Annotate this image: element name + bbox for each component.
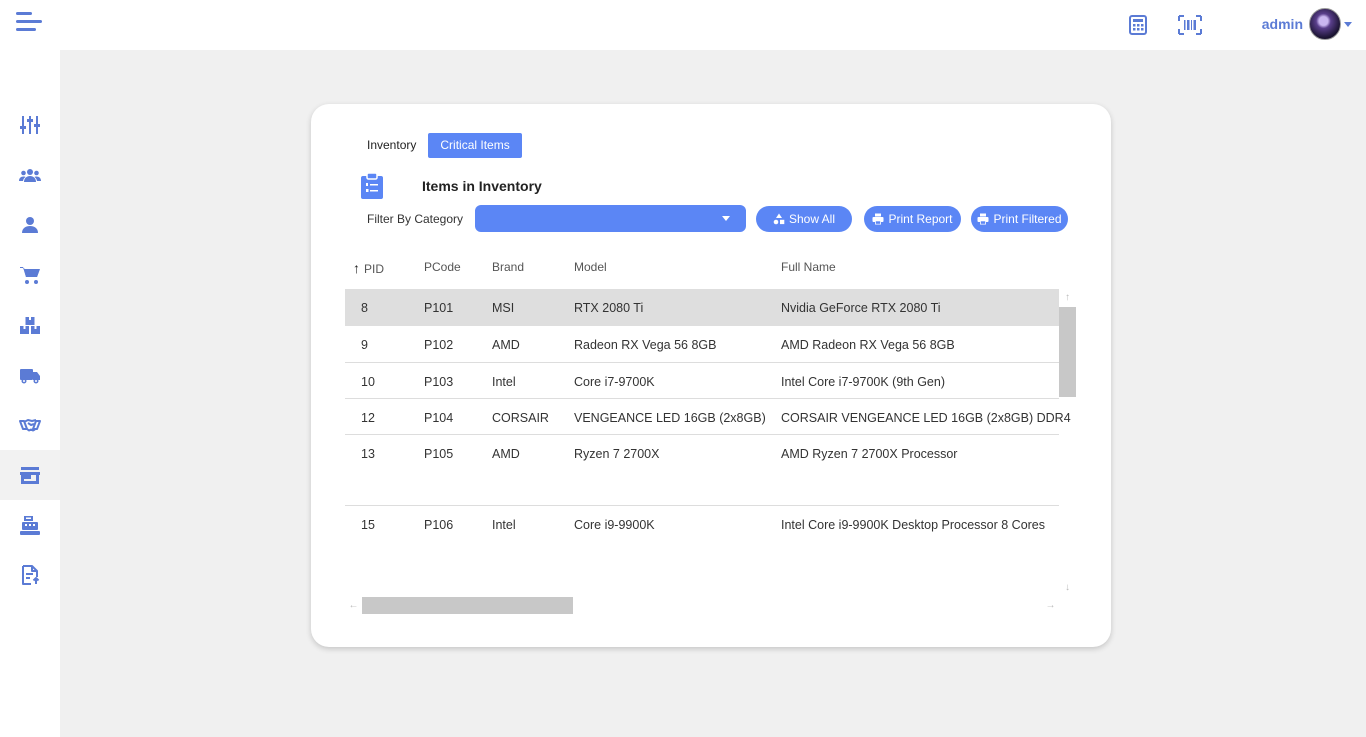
sort-ascending-icon: ↑ (353, 260, 360, 276)
inventory-table: ↑ PID PCode Brand Model Full Name 8 P101 … (345, 249, 1076, 615)
scroll-right-icon[interactable]: → (1042, 597, 1059, 614)
menu-toggle-icon[interactable] (16, 12, 44, 36)
barcode-icon[interactable] (1177, 14, 1203, 36)
avatar (1309, 8, 1341, 40)
vertical-scrollbar[interactable]: ↑ ↓ (1059, 289, 1076, 599)
cell-pcode: P102 (424, 338, 454, 352)
cell-pcode: P105 (424, 447, 454, 461)
printer-icon (977, 213, 989, 225)
filter-label: Filter By Category (367, 212, 464, 226)
cell-brand: Intel (492, 375, 516, 389)
column-header-pcode[interactable]: PCode (424, 260, 461, 274)
page-title: Items in Inventory (422, 178, 542, 194)
store-icon[interactable] (0, 450, 60, 500)
print-filtered-button[interactable]: Print Filtered (971, 206, 1068, 232)
column-header-model[interactable]: Model (574, 260, 607, 274)
table-row[interactable]: 12 P104 CORSAIR VENGEANCE LED 16GB (2x8G… (345, 399, 1071, 435)
cell-model: Core i9-9900K (574, 518, 655, 532)
cell-pid: 10 (361, 375, 375, 389)
chevron-down-icon (722, 216, 730, 221)
scroll-up-icon[interactable]: ↑ (1059, 289, 1076, 306)
username: admin (1261, 16, 1303, 32)
table-row[interactable]: 13 P105 AMD Ryzen 7 2700X AMD Ryzen 7 27… (345, 435, 1059, 506)
cash-register-icon[interactable] (0, 500, 60, 550)
cell-pcode: P106 (424, 518, 454, 532)
cell-pcode: P101 (424, 301, 454, 315)
tab-inventory[interactable]: Inventory (355, 133, 428, 158)
cell-model: VENGEANCE LED 16GB (2x8GB) (574, 411, 766, 425)
title-row: Items in Inventory (360, 172, 542, 200)
cell-full-name: CORSAIR VENGEANCE LED 16GB (2x8GB) DDR4 (781, 411, 1071, 425)
user-icon[interactable] (0, 200, 60, 250)
cell-pcode: P103 (424, 375, 454, 389)
table-row[interactable]: 15 P106 Intel Core i9-9900K Intel Core i… (345, 506, 1059, 543)
cell-model: Ryzen 7 2700X (574, 447, 660, 461)
cell-model: Core i7-9700K (574, 375, 655, 389)
top-bar: admin (0, 0, 1366, 50)
filter-row: Filter By Category Show All Print Report… (367, 205, 1087, 233)
cell-pid: 9 (361, 338, 368, 352)
cell-brand: MSI (492, 301, 515, 315)
table-header: ↑ PID PCode Brand Model Full Name (345, 249, 1059, 289)
scroll-down-icon[interactable]: ↓ (1059, 579, 1076, 596)
cell-brand: AMD (492, 447, 520, 461)
table-row[interactable]: 9 P102 AMD Radeon RX Vega 56 8GB AMD Rad… (345, 326, 1059, 363)
column-header-brand[interactable]: Brand (492, 260, 524, 274)
clipboard-list-icon (361, 172, 383, 199)
category-select[interactable] (475, 205, 746, 232)
horizontal-scrollbar[interactable]: ← → (345, 597, 1059, 614)
handshake-icon[interactable] (0, 400, 60, 450)
cell-model: RTX 2080 Ti (574, 301, 644, 315)
print-report-label: Print Report (888, 212, 953, 226)
users-group-icon[interactable] (0, 150, 60, 200)
cell-full-name: Nvidia GeForce RTX 2080 Ti (781, 301, 941, 315)
table-row[interactable]: 8 P101 MSI RTX 2080 Ti Nvidia GeForce RT… (345, 289, 1059, 326)
cell-pid: 12 (361, 411, 375, 425)
print-filtered-label: Print Filtered (993, 212, 1062, 226)
cart-icon[interactable] (0, 250, 60, 300)
horizontal-scroll-thumb[interactable] (362, 597, 573, 614)
cell-pcode: P104 (424, 411, 454, 425)
show-all-button[interactable]: Show All (756, 206, 852, 232)
tab-bar: Inventory Critical Items (355, 133, 522, 158)
cell-full-name: Intel Core i7-9700K (9th Gen) (781, 375, 945, 389)
column-header-full-name[interactable]: Full Name (781, 260, 836, 274)
show-all-label: Show All (788, 212, 836, 226)
cell-full-name: AMD Radeon RX Vega 56 8GB (781, 338, 955, 352)
sidebar (0, 50, 60, 737)
calculator-icon[interactable] (1127, 14, 1149, 36)
vertical-scroll-thumb[interactable] (1059, 307, 1076, 397)
tab-critical-items[interactable]: Critical Items (428, 133, 522, 158)
cell-brand: AMD (492, 338, 520, 352)
table-row[interactable]: 10 P103 Intel Core i7-9700K Intel Core i… (345, 363, 1059, 399)
print-report-button[interactable]: Print Report (864, 206, 961, 232)
cell-pid: 8 (361, 301, 368, 315)
shapes-icon (773, 213, 785, 225)
cell-full-name: AMD Ryzen 7 2700X Processor (781, 447, 958, 461)
cell-brand: CORSAIR (492, 411, 549, 425)
cell-brand: Intel (492, 518, 516, 532)
cell-pid: 13 (361, 447, 375, 461)
cell-full-name: Intel Core i9-9900K Desktop Processor 8 … (781, 518, 1046, 532)
user-menu[interactable]: admin (1262, 8, 1352, 40)
truck-icon[interactable] (0, 350, 60, 400)
column-header-pid[interactable]: ↑ PID (353, 260, 384, 276)
cell-model: Radeon RX Vega 56 8GB (574, 338, 717, 352)
cell-pid: 15 (361, 518, 375, 532)
caret-down-icon (1344, 21, 1352, 27)
inventory-card: Inventory Critical Items Items in Invent… (311, 104, 1111, 647)
boxes-icon[interactable] (0, 300, 60, 350)
report-icon[interactable] (0, 550, 60, 600)
printer-icon (872, 213, 884, 225)
scroll-left-icon[interactable]: ← (345, 597, 362, 614)
sliders-icon[interactable] (0, 100, 60, 150)
